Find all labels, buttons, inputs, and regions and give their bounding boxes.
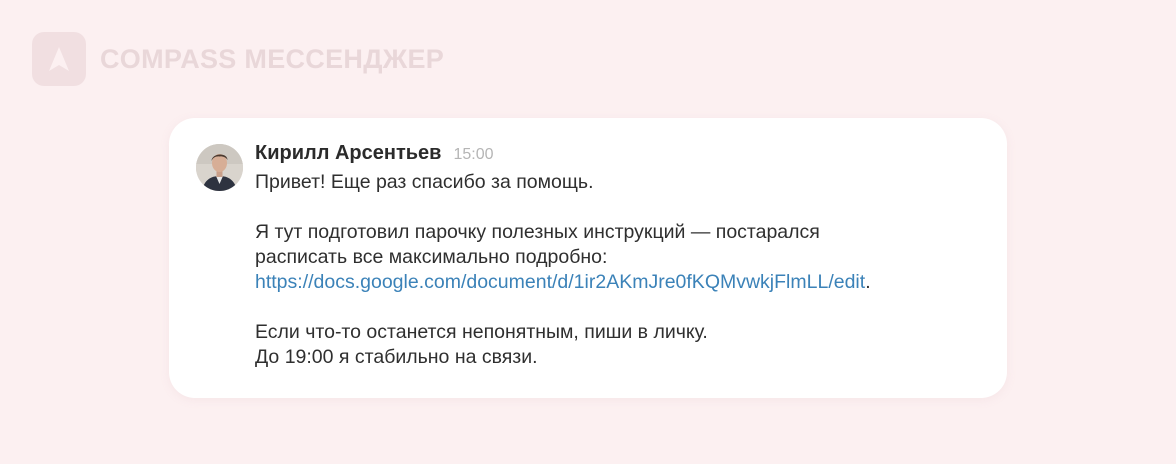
compass-logo-icon	[32, 32, 86, 86]
message-link-line: https://docs.google.com/document/d/1ir2A…	[255, 270, 975, 295]
message-time: 15:00	[453, 146, 494, 163]
user-avatar[interactable]	[196, 144, 243, 191]
brand-header: COMPASS МЕССЕНДЖЕР	[32, 32, 444, 86]
document-link[interactable]: https://docs.google.com/document/d/1ir2A…	[255, 271, 865, 293]
message-line: Если что-то останется непонятным, пиши в…	[255, 321, 708, 343]
message-line: Я тут подготовил парочку полезных инстру…	[255, 221, 820, 243]
line-spacer	[255, 295, 975, 320]
message-header: Кирилл Арсентьев 15:00	[255, 142, 975, 172]
message-line: расписать все максимально подробно:	[255, 246, 608, 268]
line-spacer	[255, 195, 975, 220]
brand-name: COMPASS МЕССЕНДЖЕР	[100, 43, 445, 74]
message-body: Кирилл Арсентьев 15:00 Привет! Еще раз с…	[255, 142, 975, 370]
message-line: Привет! Еще раз спасибо за помощь.	[255, 171, 594, 193]
message-line: До 19:00 я стабильно на связи.	[255, 346, 538, 368]
message-card: Кирилл Арсентьев 15:00 Привет! Еще раз с…	[169, 118, 1007, 398]
author-name[interactable]: Кирилл Арсентьев	[255, 142, 441, 165]
link-suffix: .	[865, 271, 871, 293]
